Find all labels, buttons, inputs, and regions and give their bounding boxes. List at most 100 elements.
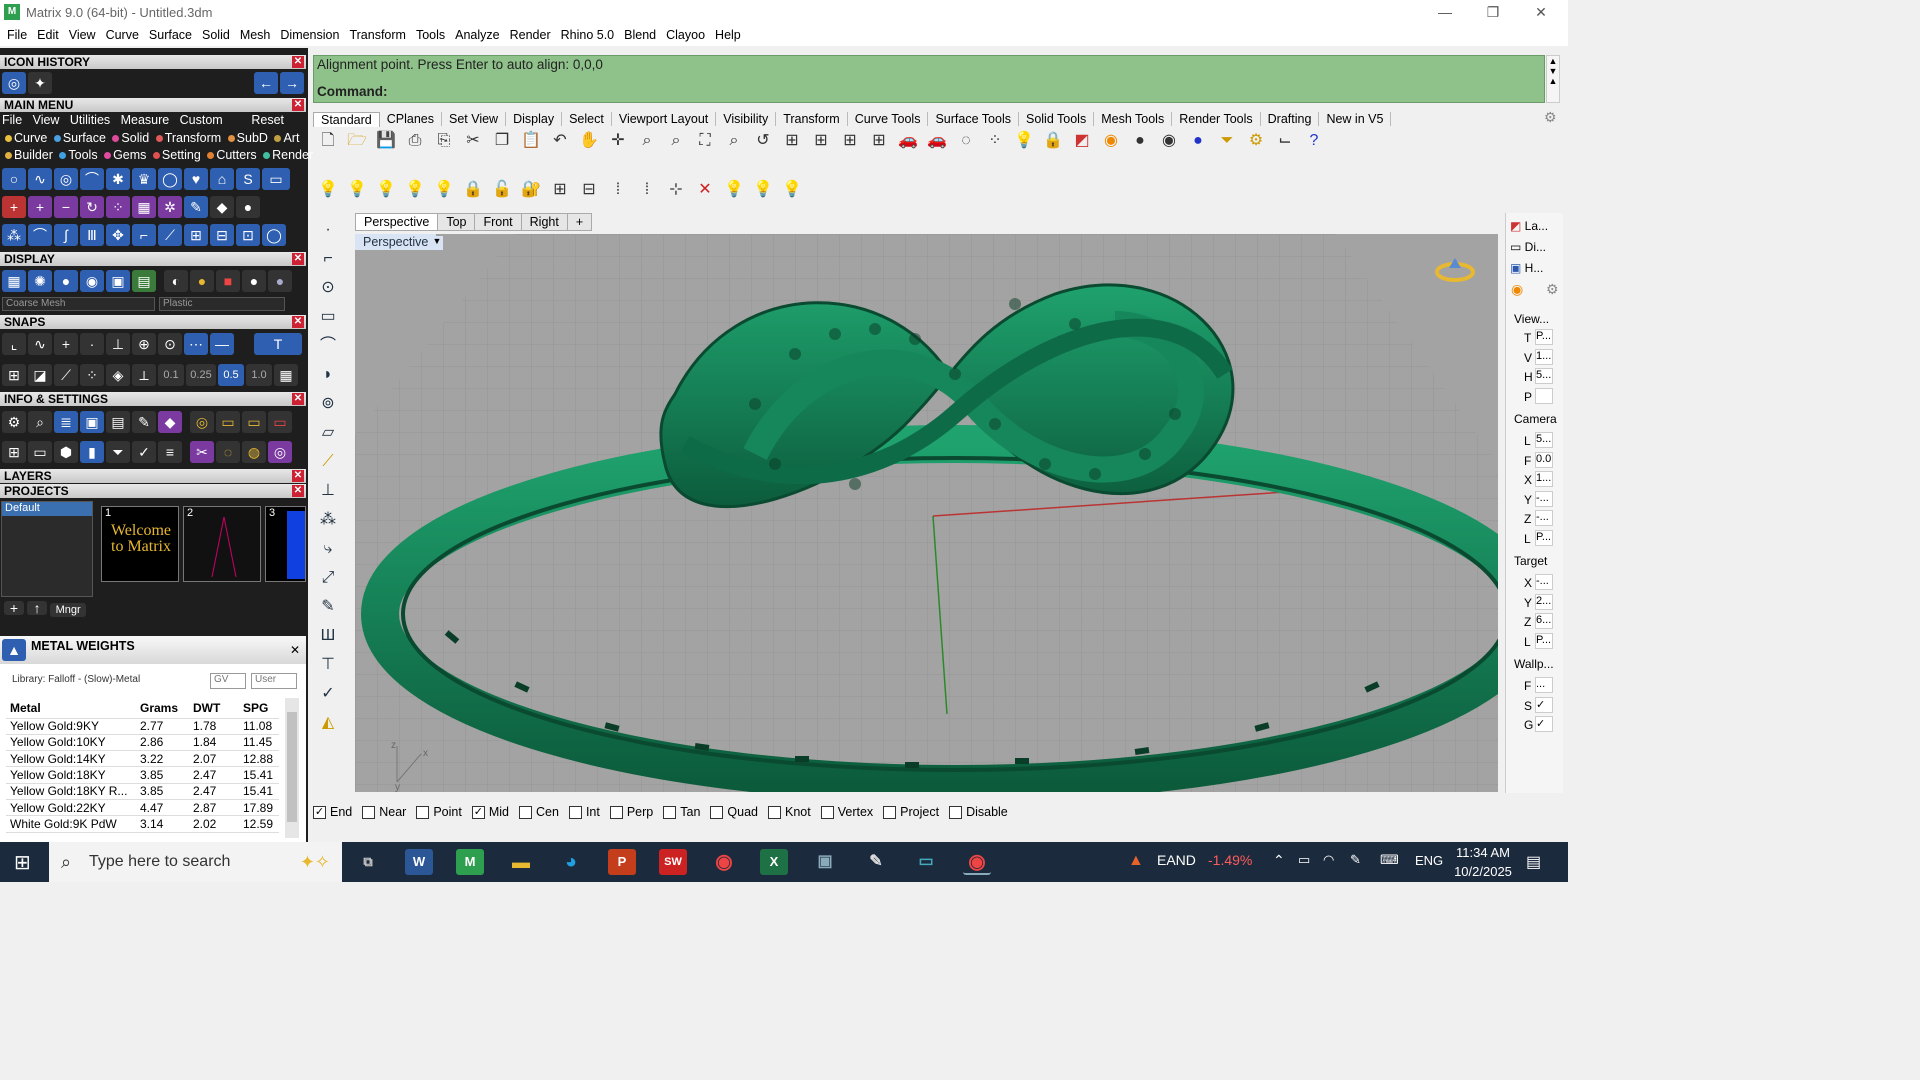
cat-transform[interactable]: Transform	[165, 131, 222, 145]
cube-icon[interactable]: ▣	[80, 411, 104, 433]
snap-grid-toggle-icon[interactable]: ▦	[274, 364, 298, 386]
blue-sphere-icon[interactable]: ●	[1186, 129, 1210, 153]
ring-wire-icon[interactable]: ◌	[216, 441, 240, 463]
cat-subd[interactable]: SubD	[237, 131, 268, 145]
forward-arrow-icon[interactable]: →	[280, 72, 304, 94]
menu-dimension[interactable]: Dimension	[275, 28, 344, 42]
col-metal[interactable]: Metal	[6, 698, 136, 719]
cat-curve[interactable]: Curve	[14, 131, 47, 145]
cat-art[interactable]: Art	[283, 131, 299, 145]
grid-icon[interactable]: ⊞	[184, 224, 208, 246]
stock-change[interactable]: -1.49%	[1208, 852, 1252, 868]
checkbox[interactable]	[362, 806, 376, 820]
wifi-icon[interactable]: ◠	[1323, 852, 1334, 868]
crown-tool-icon[interactable]: ♛	[132, 168, 156, 190]
lock-tool-icon[interactable]: ⌂	[210, 168, 234, 190]
light-group-icon[interactable]: ⊟	[577, 178, 601, 202]
property-value[interactable]: 5...	[1535, 432, 1553, 448]
tab-transform[interactable]: Transform	[776, 112, 848, 126]
clock-date[interactable]: 10/2/2025	[1450, 864, 1516, 879]
menu-mesh[interactable]: Mesh	[235, 28, 276, 42]
folder-open-icon[interactable]: ▭	[216, 411, 240, 433]
tab-render-tools[interactable]: Render Tools	[1172, 112, 1261, 126]
perspective-viewport[interactable]: z x y Perspective ▼	[355, 234, 1498, 792]
circle-tool-icon[interactable]: ○	[2, 168, 26, 190]
bulb-all-icon[interactable]: 💡	[780, 178, 804, 202]
array-icon[interactable]: ⁘	[106, 196, 130, 218]
excel-icon[interactable]: X	[760, 849, 788, 875]
texture-icon[interactable]: ▤	[132, 270, 156, 292]
property-value[interactable]: -...	[1535, 574, 1553, 590]
box-3d-icon[interactable]: ⬢	[54, 441, 78, 463]
viewport-grid-icon[interactable]: ⊞	[809, 129, 833, 153]
mm-measure[interactable]: Measure	[121, 113, 170, 127]
table-row[interactable]: Yellow Gold:18KY R... 3.85 2.47 15.41	[6, 783, 279, 800]
viewport-tab-add[interactable]: +	[566, 213, 593, 231]
property-value[interactable]: P...	[1535, 529, 1553, 546]
lock-light-icon[interactable]: 🔒	[461, 178, 485, 202]
dots-grid-icon[interactable]: ⁘	[80, 364, 104, 386]
col-dwt[interactable]: DWT	[189, 698, 239, 719]
gem-icon[interactable]: ◆	[210, 196, 234, 218]
rendered-sphere-icon[interactable]: ◉	[1157, 129, 1181, 153]
panel-tool-icon[interactable]: ▭	[262, 168, 290, 190]
checkbox[interactable]	[663, 806, 677, 820]
mm-file[interactable]: File	[2, 113, 22, 127]
arc-draw-icon[interactable]: ⌒	[314, 332, 342, 360]
snap-value-0.1[interactable]: 0.1	[158, 364, 184, 386]
toolbar-settings-gear-icon[interactable]: ⚙	[1544, 109, 1557, 126]
stock-name[interactable]: EAND	[1157, 852, 1196, 868]
delete-light-icon[interactable]: ✕	[693, 178, 717, 202]
open-file-icon[interactable]: 🗁	[345, 129, 369, 153]
env-icon[interactable]: ▣	[106, 270, 130, 292]
property-value[interactable]: ✓	[1535, 716, 1553, 732]
gold-ring-icon[interactable]: ◎	[190, 411, 214, 433]
taskbar-search[interactable]: ⌕ Type here to search ✦✧	[49, 842, 342, 882]
property-value[interactable]: 6...	[1535, 613, 1553, 629]
array-draw-icon[interactable]: Ш	[314, 622, 342, 650]
tab-help[interactable]: ▣ H...	[1510, 261, 1543, 275]
cat-solid[interactable]: Solid	[121, 131, 149, 145]
viewport-tab-perspective[interactable]: Perspective	[355, 213, 439, 231]
property-value[interactable]: 5...	[1535, 368, 1553, 384]
points-icon[interactable]: ⁘	[983, 129, 1007, 153]
rotate-icon[interactable]: ↻	[80, 196, 104, 218]
lock-all-icon[interactable]: 🔐	[519, 178, 543, 202]
mm-utilities[interactable]: Utilities	[70, 113, 110, 127]
checkbox[interactable]	[519, 806, 532, 820]
viewport-tab-front[interactable]: Front	[474, 213, 522, 231]
clip-icon[interactable]: ✂	[190, 441, 214, 463]
ring-tool-icon[interactable]: ◎	[54, 168, 78, 190]
viewport-tab-top[interactable]: Top	[437, 213, 476, 231]
check-icon[interactable]: ✓	[314, 680, 342, 708]
osnap-project[interactable]: Project	[883, 805, 939, 820]
metal-table-scrollbar[interactable]	[285, 698, 299, 838]
checkbox[interactable]: ✓	[471, 806, 485, 820]
cat-render[interactable]: Render	[272, 148, 313, 162]
viewport-split-icon[interactable]: ⊞	[867, 129, 891, 153]
tab-display[interactable]: Display	[506, 112, 563, 126]
command-area[interactable]: Alignment point. Press Enter to auto ali…	[313, 55, 1545, 103]
zoom-window-icon[interactable]: ⌕	[664, 129, 688, 153]
edit-points-icon[interactable]: ✎	[314, 593, 342, 621]
property-value[interactable]: 1...	[1535, 348, 1553, 365]
keyboard-icon[interactable]: ⌨	[1380, 852, 1399, 868]
ring-solid-icon[interactable]: ◍	[242, 441, 266, 463]
mm-reset[interactable]: Reset	[251, 113, 284, 127]
align-icon[interactable]: ⊤	[314, 651, 342, 679]
light-icon[interactable]: ✺	[28, 270, 52, 292]
matrix-app-icon[interactable]: M	[456, 849, 484, 875]
task-view-icon[interactable]: ⧉	[354, 849, 382, 875]
nodes-icon[interactable]: ⁂	[2, 224, 26, 246]
move-icon[interactable]: ✥	[106, 224, 130, 246]
tab-visibility[interactable]: Visibility	[716, 112, 777, 126]
render-draw-icon[interactable]: ◭	[314, 709, 342, 737]
shape-icon[interactable]: ◆	[158, 411, 182, 433]
extrude-icon[interactable]: ⟋	[314, 448, 342, 476]
user-toggle[interactable]: User	[251, 673, 297, 689]
property-value[interactable]: P...	[1535, 329, 1553, 345]
help-icon[interactable]: ?	[1302, 129, 1326, 153]
tab-drafting[interactable]: Drafting	[1261, 112, 1320, 126]
notification-icon[interactable]: ▤	[1526, 852, 1541, 872]
bulb-off-icon[interactable]: 💡	[751, 178, 775, 202]
